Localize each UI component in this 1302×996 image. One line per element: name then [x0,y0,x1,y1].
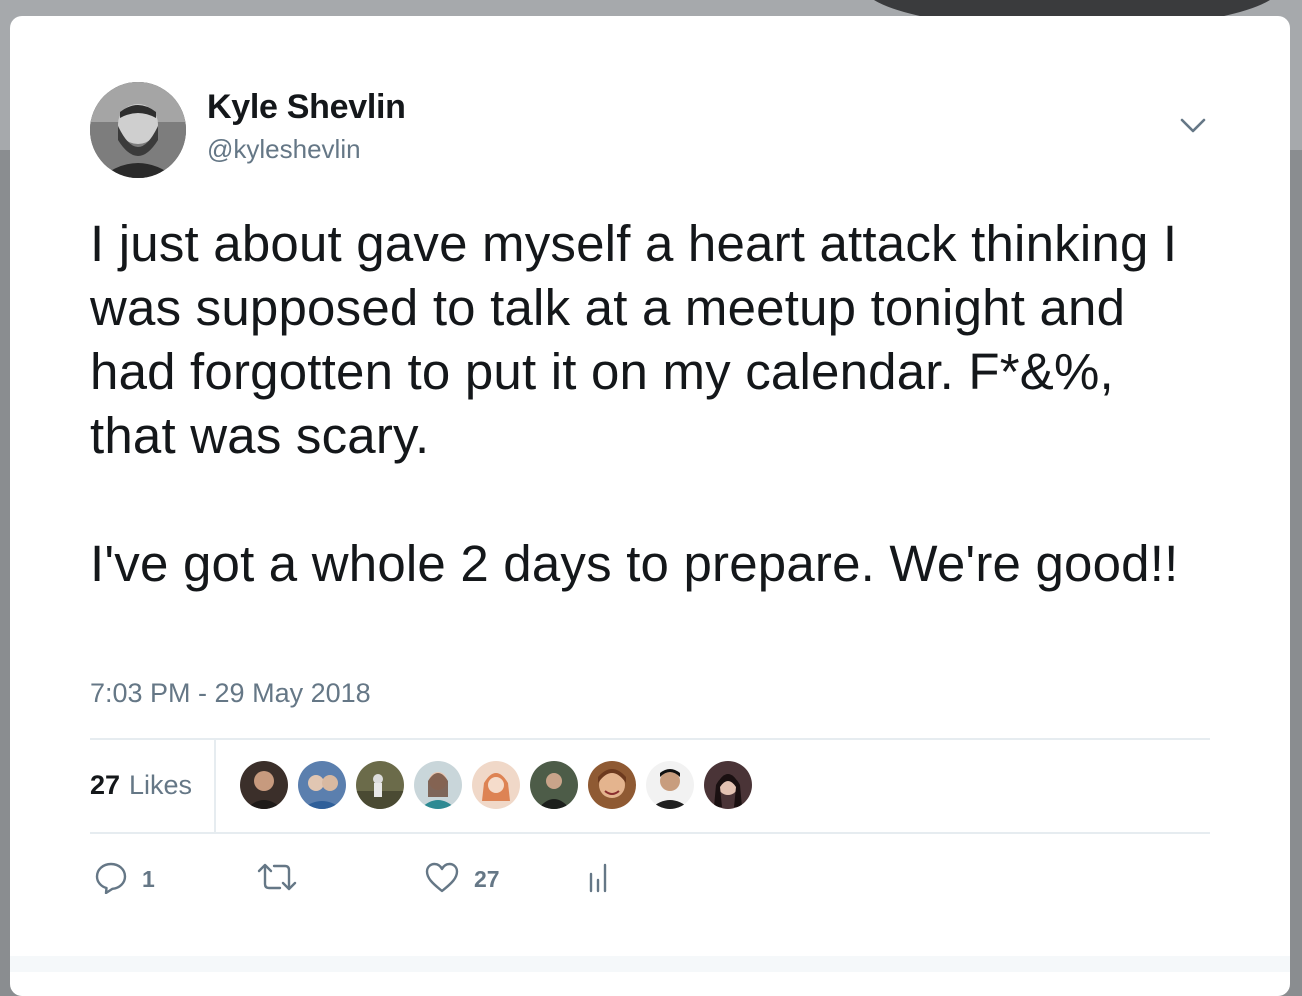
divider-top [90,738,1210,740]
retweet-icon [256,860,298,899]
liker-avatar[interactable] [646,761,694,809]
tweet-card: Kyle Shevlin @kyleshevlin I just about g… [10,16,1290,996]
liker-avatar[interactable] [414,761,462,809]
reply-button[interactable]: 1 [94,854,155,904]
like-button[interactable]: 27 [424,854,500,904]
liker-avatars [240,761,752,811]
retweet-button[interactable] [256,854,312,904]
tweet-text: I just about gave myself a heart attack … [90,215,1179,592]
analytics-button[interactable] [586,854,614,904]
likes-stat[interactable]: 27 Likes [90,740,216,832]
heart-icon [424,860,460,899]
liker-avatar[interactable] [472,761,520,809]
liker-avatar[interactable] [240,761,288,809]
liker-avatar[interactable] [530,761,578,809]
liker-avatar[interactable] [704,761,752,809]
chevron-down-icon[interactable] [1176,114,1210,138]
divider-bottom [90,832,1210,834]
like-count: 27 [474,865,500,892]
reply-icon [94,860,128,899]
likes-count: 27 [90,770,121,800]
tweet-actions: 1 27 [90,854,690,904]
liker-avatar[interactable] [588,761,636,809]
author-avatar[interactable] [90,82,186,178]
reply-count: 1 [142,865,155,892]
likes-label: Likes [129,770,193,800]
liker-avatar[interactable] [298,761,346,809]
author-name[interactable]: Kyle Shevlin [207,88,406,127]
analytics-icon [586,860,614,899]
author-handle[interactable]: @kyleshevlin [207,134,361,165]
liker-avatar[interactable] [356,761,404,809]
card-footer-strip [10,956,1290,972]
tweet-timestamp[interactable]: 7:03 PM - 29 May 2018 [90,678,371,709]
